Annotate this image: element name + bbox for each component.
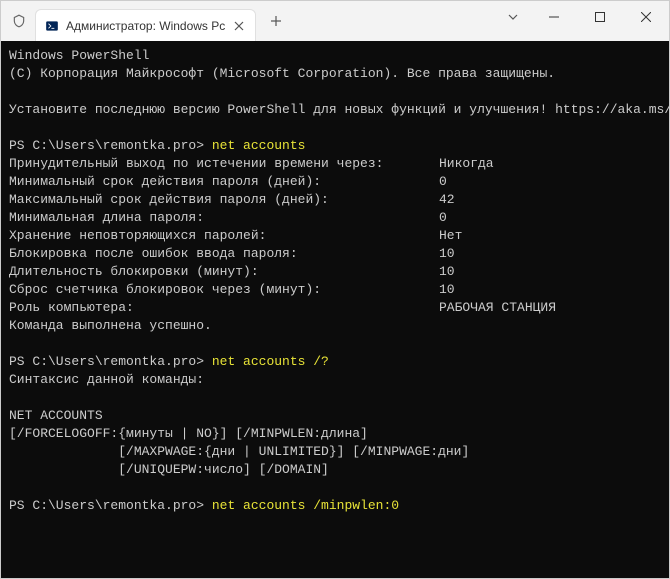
row-label: Принудительный выход по истечении времен… [9,155,439,173]
output-row: Сброс счетчика блокировок через (минут):… [9,281,661,299]
prompt: PS C:\Users\remontka.pro> [9,498,212,513]
tab-dropdown-button[interactable] [495,1,531,33]
prompt: PS C:\Users\remontka.pro> [9,354,212,369]
row-value: 10 [439,263,455,281]
new-tab-button[interactable] [262,7,290,35]
output-row: Блокировка после ошибок ввода пароля:10 [9,245,661,263]
net-accounts-header: NET ACCOUNTS [9,408,103,423]
row-label: Сброс счетчика блокировок через (минут): [9,281,439,299]
powershell-icon [44,18,60,34]
row-value: 10 [439,281,455,299]
row-label: Минимальная длина пароля: [9,209,439,227]
usage-line: [/UNIQUEPW:число] [/DOMAIN] [9,462,329,477]
usage-line: [/MAXPWAGE:{дни | UNLIMITED}] [/MINPWAGE… [9,444,469,459]
shield-icon [7,14,31,28]
terminal-output[interactable]: Windows PowerShell (C) Корпорация Майкро… [1,41,669,578]
output-row: Принудительный выход по истечении времен… [9,155,661,173]
syntax-label: Синтаксис данной команды: [9,372,204,387]
command-1: net accounts [212,138,306,153]
output-row: Хранение неповторяющихся паролей:Нет [9,227,661,245]
install-message: Установите последнюю версию PowerShell д… [9,102,669,117]
row-value: 0 [439,209,447,227]
minimize-button[interactable] [531,1,577,33]
prompt: PS C:\Users\remontka.pro> [9,138,212,153]
close-tab-button[interactable] [231,18,247,34]
row-value: 10 [439,245,455,263]
window: Администратор: Windows Pc Windows PowerS… [0,0,670,579]
row-label: Максимальный срок действия пароля (дней)… [9,191,439,209]
output-row: Максимальный срок действия пароля (дней)… [9,191,661,209]
ps-header: Windows PowerShell [9,48,149,63]
row-label: Хранение неповторяющихся паролей: [9,227,439,245]
command-2: net accounts /? [212,354,329,369]
output-row: Минимальная длина пароля:0 [9,209,661,227]
tab-title: Администратор: Windows Pc [66,19,225,33]
row-value: 0 [439,173,447,191]
row-value: Нет [439,227,462,245]
usage-line: [/FORCELOGOFF:{минуты | NO}] [/MINPWLEN:… [9,426,368,441]
titlebar: Администратор: Windows Pc [1,1,669,41]
output-row: Минимальный срок действия пароля (дней):… [9,173,661,191]
tab-powershell[interactable]: Администратор: Windows Pc [35,9,256,41]
row-value: Никогда [439,155,494,173]
window-controls [531,1,669,33]
success-message: Команда выполнена успешно. [9,318,212,333]
maximize-button[interactable] [577,1,623,33]
ps-copyright: (C) Корпорация Майкрософт (Microsoft Cor… [9,66,555,81]
close-window-button[interactable] [623,1,669,33]
row-label: Минимальный срок действия пароля (дней): [9,173,439,191]
row-label: Длительность блокировки (минут): [9,263,439,281]
row-value: РАБОЧАЯ СТАНЦИЯ [439,299,556,317]
row-value: 42 [439,191,455,209]
output-row: Роль компьютера:РАБОЧАЯ СТАНЦИЯ [9,299,661,317]
row-label: Роль компьютера: [9,299,439,317]
command-3: net accounts /minpwlen:0 [212,498,399,513]
output-row: Длительность блокировки (минут):10 [9,263,661,281]
row-label: Блокировка после ошибок ввода пароля: [9,245,439,263]
